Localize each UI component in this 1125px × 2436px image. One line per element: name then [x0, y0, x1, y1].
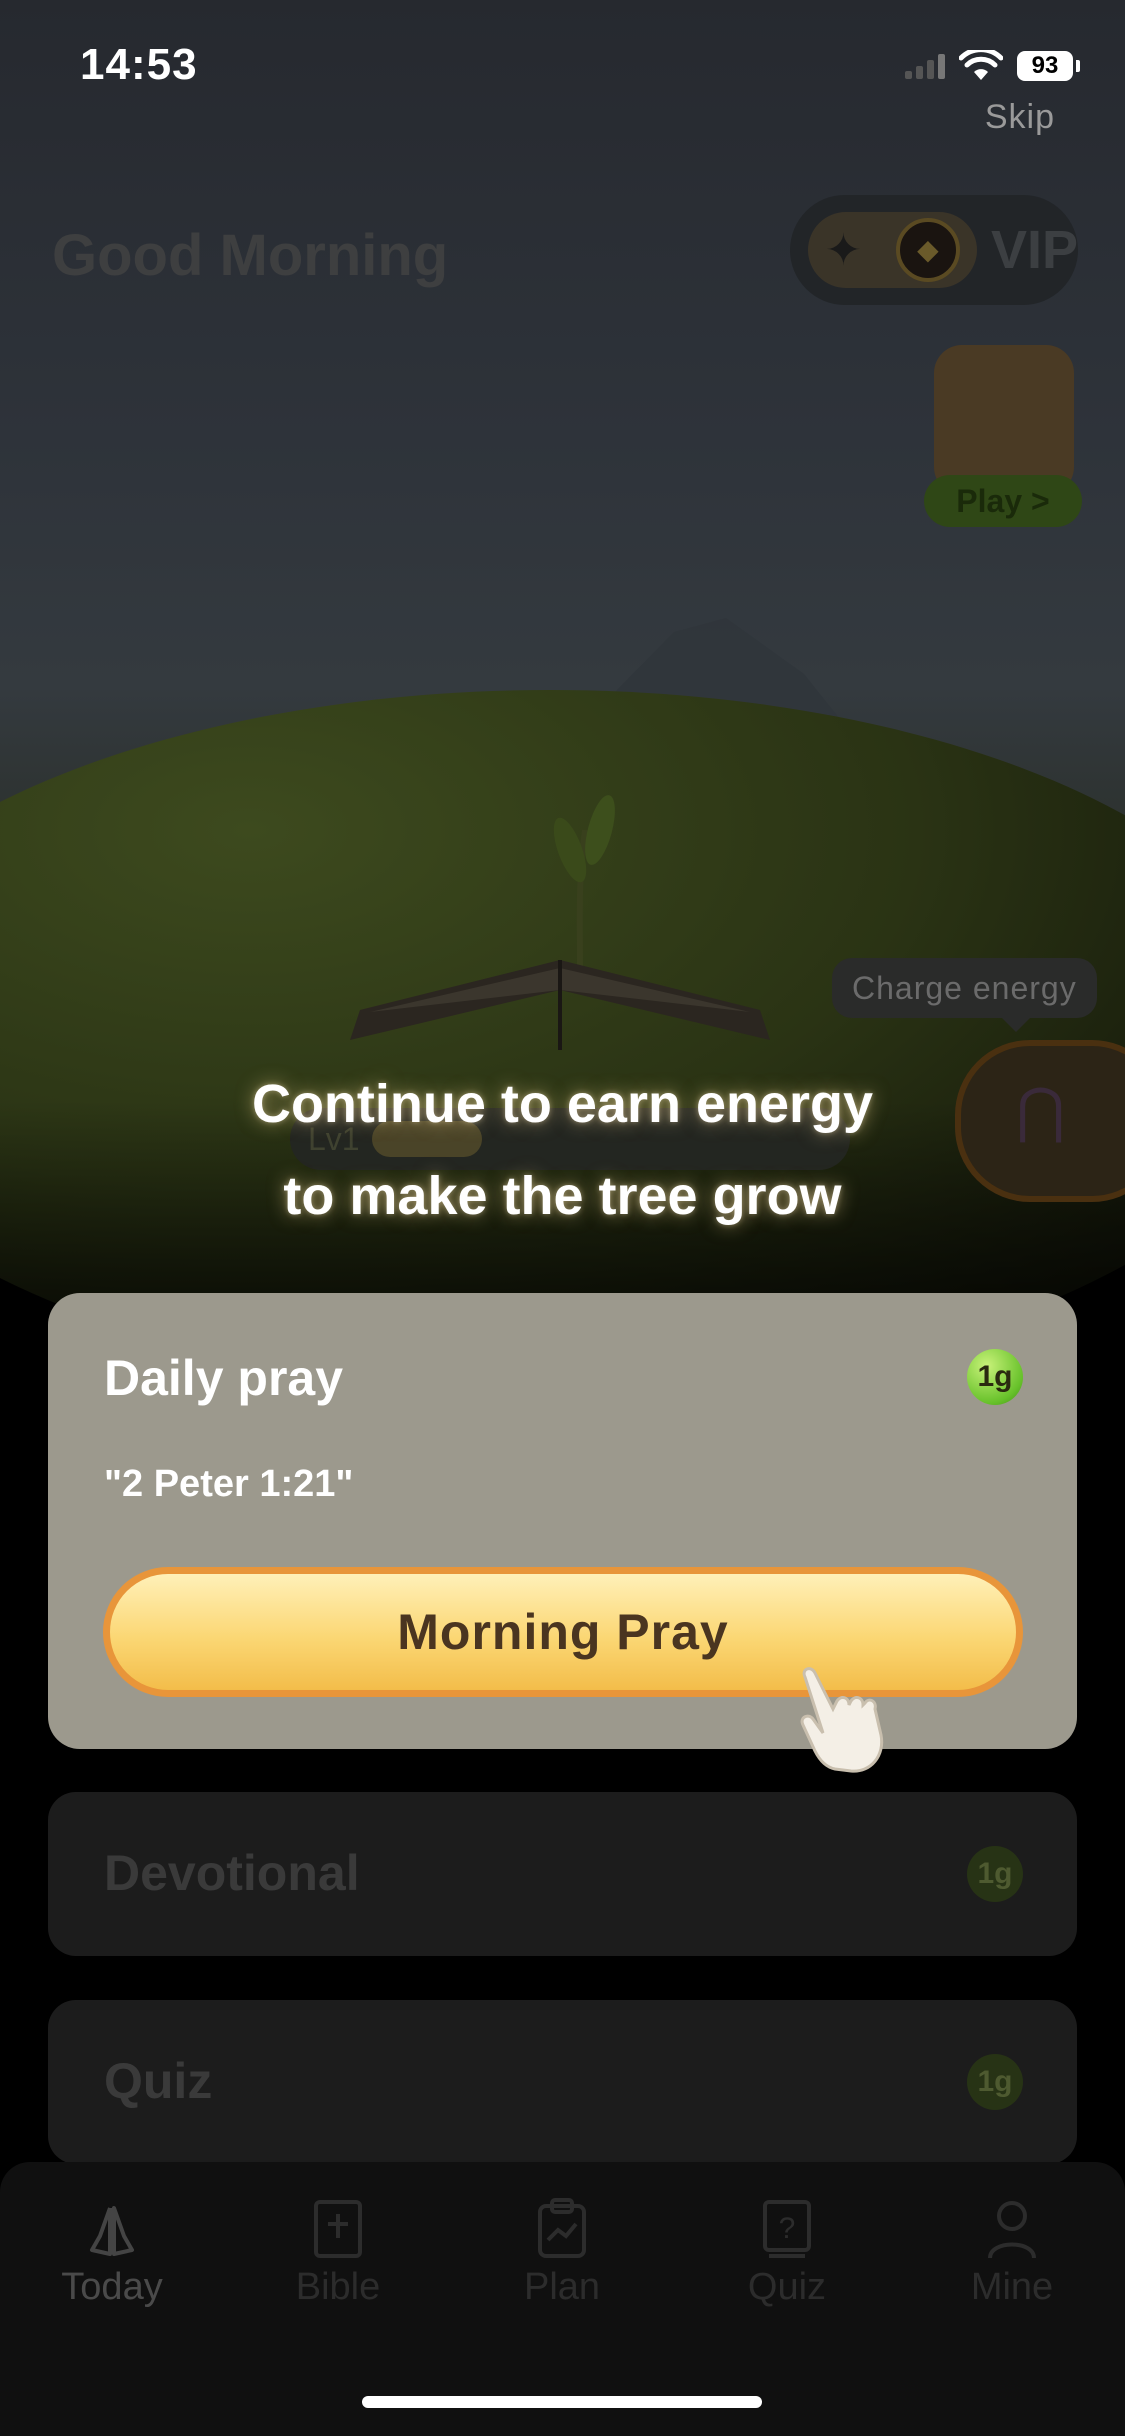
skip-button[interactable]: Skip	[985, 98, 1055, 137]
tab-label: Bible	[295, 2266, 381, 2308]
daily-pray-card: Daily pray 1g "2 Peter 1:21" Morning Pra…	[48, 1293, 1077, 1749]
reward-badge: 1g	[967, 2054, 1023, 2110]
tab-bible[interactable]: Bible	[258, 2190, 418, 2309]
cellular-signal-icon	[905, 53, 945, 79]
greeting-title: Good Morning	[52, 223, 449, 288]
game-character-image	[934, 345, 1074, 495]
wifi-icon	[959, 50, 1003, 80]
praying-hands-icon	[32, 2190, 192, 2260]
open-book-icon	[350, 960, 770, 1050]
tab-today[interactable]: Today	[32, 2190, 192, 2309]
plan-clipboard-icon	[482, 2190, 642, 2260]
pointing-hand-icon	[800, 1667, 884, 1773]
daily-pray-title: Daily pray	[104, 1350, 344, 1406]
diamond-coin-icon: ◆	[895, 218, 960, 282]
status-time: 14:53	[80, 40, 198, 89]
sparkle-icon: ✦	[825, 225, 862, 275]
person-icon	[932, 2190, 1092, 2260]
home-indicator[interactable]	[362, 2396, 762, 2408]
quiz-icon: ?	[707, 2190, 867, 2260]
vip-button[interactable]: ✦ ◆ VIP	[790, 195, 1078, 305]
verse-reference: "2 Peter 1:21"	[104, 1463, 354, 1505]
headline-line-2: to make the tree grow	[283, 1166, 842, 1226]
game-play-card[interactable]: Play >	[924, 345, 1084, 530]
tab-quiz[interactable]: ? Quiz	[707, 2190, 867, 2309]
vip-icons: ✦ ◆	[808, 212, 977, 288]
battery-icon: 93	[1017, 51, 1080, 81]
tab-plan[interactable]: Plan	[482, 2190, 642, 2309]
headline-line-1: Continue to earn energy	[251, 1074, 874, 1134]
quiz-title: Quiz	[104, 2053, 213, 2109]
vip-label: VIP	[990, 220, 1078, 280]
status-indicators: 93	[905, 50, 1080, 82]
devotional-card[interactable]: Devotional 1g	[48, 1792, 1077, 1956]
reward-badge: 1g	[967, 1846, 1023, 1902]
reward-badge: 1g	[967, 1349, 1023, 1405]
tab-label: Mine	[970, 2266, 1054, 2308]
tab-label: Today	[61, 2266, 163, 2308]
tutorial-headline: Continue to earn energy to make the tree…	[0, 1058, 1125, 1242]
svg-text:?: ?	[779, 2212, 796, 2245]
bottom-tab-bar: Today Bible Plan ? Quiz Mine	[0, 2162, 1125, 2436]
devotional-title: Devotional	[104, 1845, 360, 1901]
tab-label: Quiz	[747, 2266, 827, 2308]
tab-mine[interactable]: Mine	[932, 2190, 1092, 2309]
charge-energy-tooltip: Charge energy	[832, 958, 1097, 1032]
bible-icon	[258, 2190, 418, 2260]
quiz-card[interactable]: Quiz 1g	[48, 2000, 1077, 2164]
tab-label: Plan	[523, 2266, 601, 2308]
play-button[interactable]: Play >	[924, 475, 1082, 527]
